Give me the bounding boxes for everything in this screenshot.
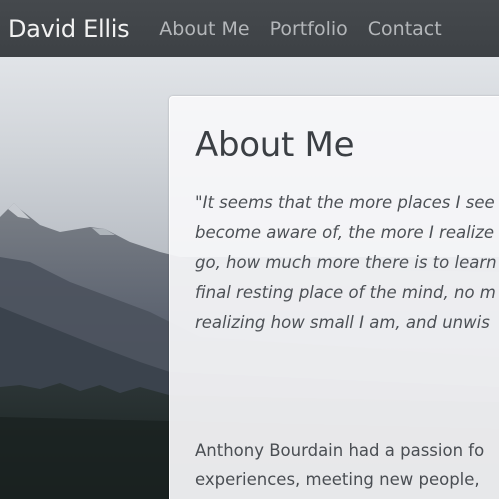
quote-line: become aware of, the more I realize xyxy=(195,223,495,242)
top-navbar: David Ellis About Me Portfolio Contact xyxy=(0,0,499,57)
bio-line: experiences, meeting new people, xyxy=(195,470,480,489)
quote-line: "It seems that the more places I see xyxy=(195,193,495,212)
page: David Ellis About Me Portfolio Contact A… xyxy=(0,0,499,499)
about-me-heading: About Me xyxy=(195,125,355,165)
quote-line: final resting place of the mind, no m xyxy=(195,283,496,302)
bio-line: Anthony Bourdain had a passion fo xyxy=(195,441,485,460)
nav-link-contact[interactable]: Contact xyxy=(368,18,442,40)
bourdain-quote: "It seems that the more places I see bec… xyxy=(195,188,499,338)
brand-link[interactable]: David Ellis xyxy=(8,15,130,43)
quote-line: realizing how small I am, and unwis xyxy=(195,313,490,332)
nav-link-about-me[interactable]: About Me xyxy=(159,18,249,40)
nav-link-portfolio[interactable]: Portfolio xyxy=(270,18,348,40)
quote-line: go, how much more there is to learn xyxy=(195,253,497,272)
about-me-card: About Me "It seems that the more places … xyxy=(169,96,499,499)
bio-paragraph: Anthony Bourdain had a passion fo experi… xyxy=(195,436,499,494)
